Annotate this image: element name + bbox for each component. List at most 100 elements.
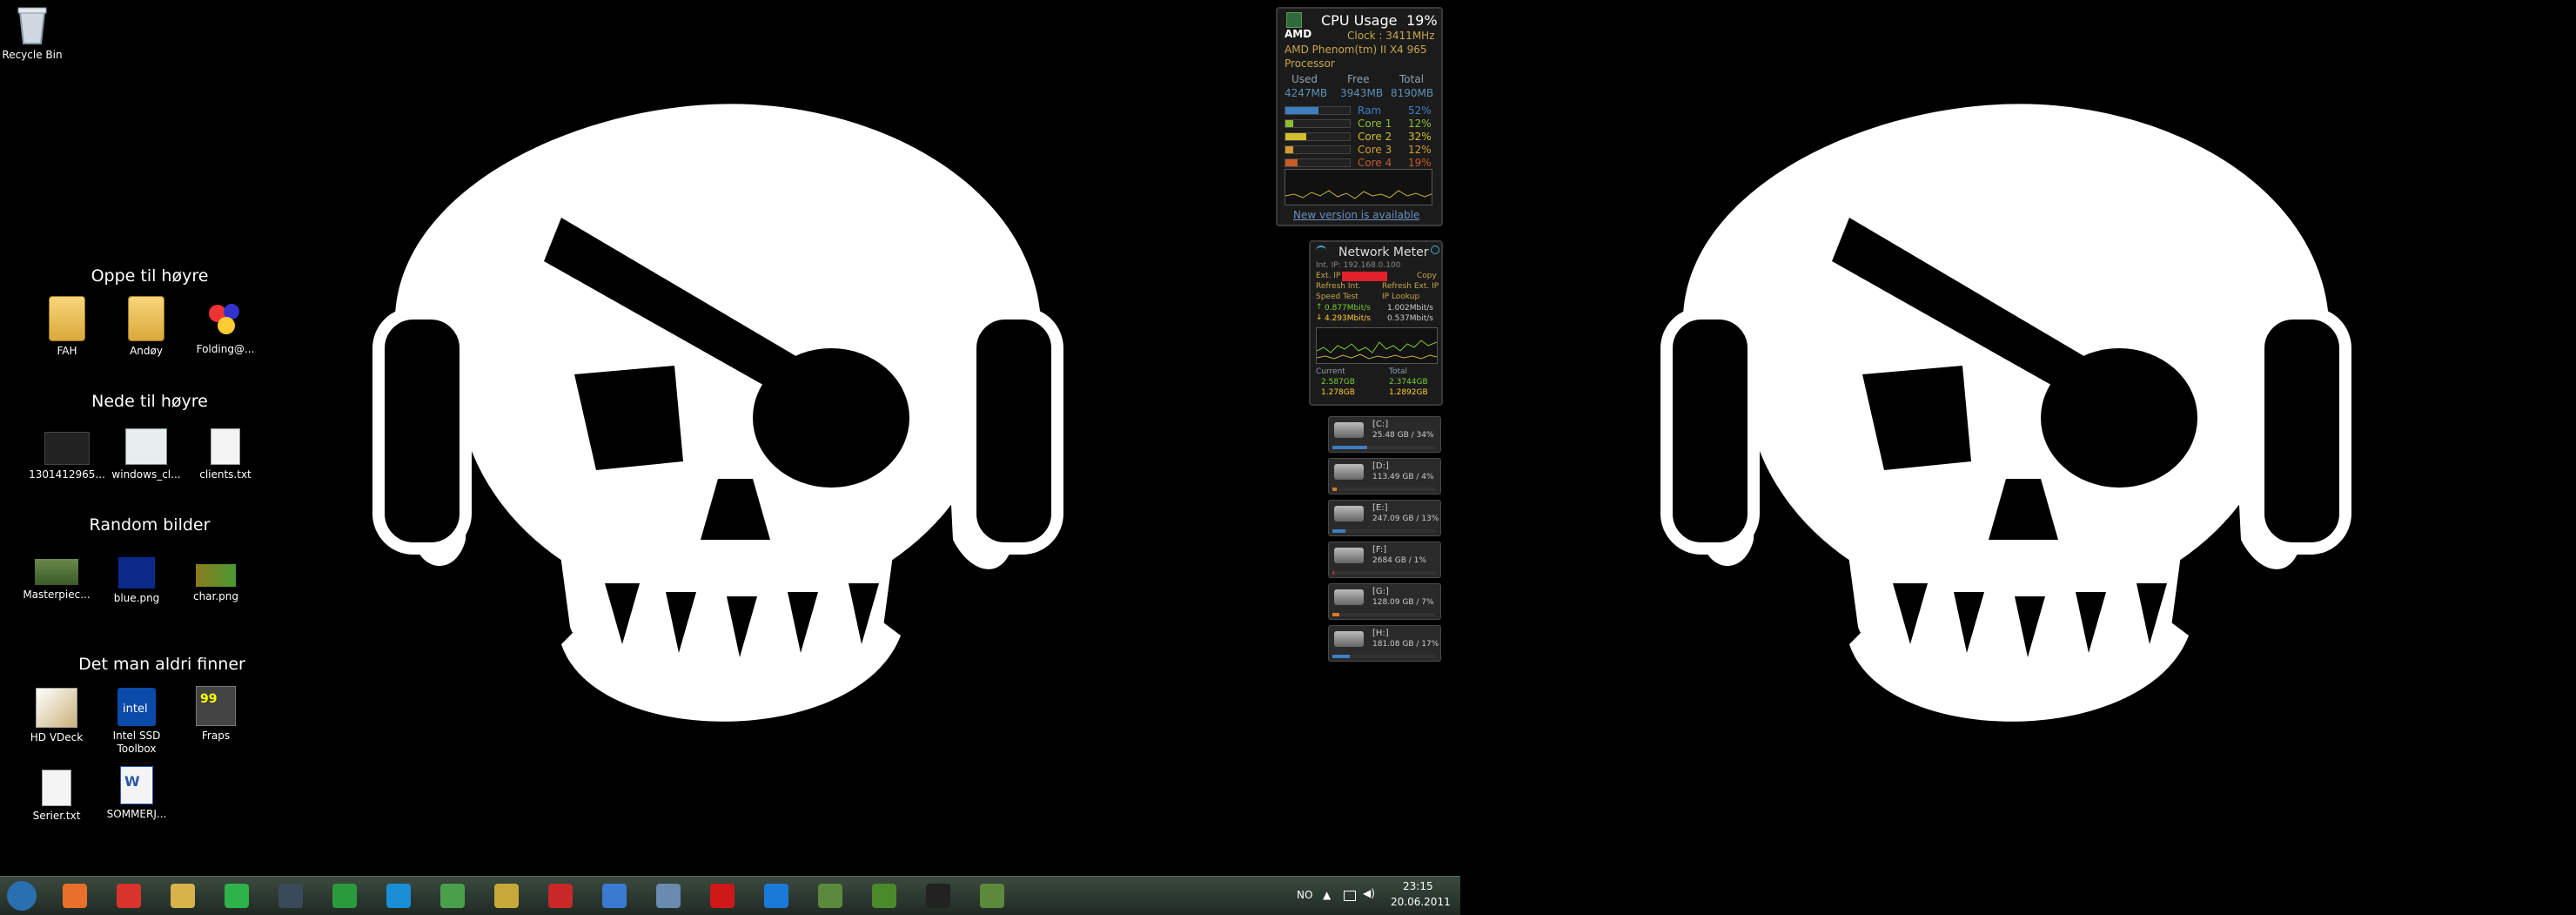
drive-gadget[interactable]: [E:] 247.09 GB / 13%	[1328, 500, 1441, 536]
folder-icon	[128, 296, 164, 341]
device-icon	[656, 884, 681, 908]
taskbar-device-button[interactable]	[646, 880, 691, 912]
skull-shape	[372, 104, 1063, 722]
copy-button[interactable]: Copy	[1417, 272, 1437, 280]
hard-drive-icon	[1334, 548, 1364, 563]
refresh-int-button[interactable]: Refresh Int.	[1316, 282, 1361, 291]
drive-name: [F:]	[1372, 545, 1387, 555]
svg-text:intel: intel	[123, 703, 148, 716]
cpu-history-graph	[1285, 169, 1432, 205]
new-version-link[interactable]: New version is available	[1293, 209, 1419, 221]
recycle-bin-icon	[15, 3, 50, 45]
cpu-row-bar	[1285, 106, 1351, 115]
desktop-icon-label: char.png	[192, 590, 239, 602]
desktop-icon-folding[interactable]: Folding@...	[178, 299, 273, 356]
folder-icon	[49, 296, 85, 341]
ip-lookup-button[interactable]: IP Lookup	[1382, 293, 1419, 301]
taskbar-explorer-button[interactable]	[160, 880, 205, 912]
cpu-processor-sub: Processor	[1285, 57, 1335, 70]
tray-expand-icon[interactable]: ▲	[1323, 889, 1331, 901]
taskbar-steam-button[interactable]	[268, 880, 313, 912]
cpu-usage-gadget[interactable]: CPU Usage 19% AMD Clock : 3411MHz AMD Ph…	[1276, 7, 1443, 226]
cpu-clock: Clock : 3411MHz	[1347, 30, 1435, 42]
drive-usage-fill	[1332, 488, 1337, 491]
drive-size: 181.08 GB / 17%	[1372, 640, 1439, 649]
taskbar-cmd-button[interactable]	[916, 880, 961, 912]
drive-name: [H:]	[1372, 629, 1389, 638]
language-indicator[interactable]: NO	[1297, 889, 1312, 901]
taskbar-minecraft3-button[interactable]	[969, 880, 1015, 912]
network-meter-gadget[interactable]: Network Meter Int. IP: 192.168.0.100 Ext…	[1309, 240, 1443, 406]
network-tray-icon[interactable]	[1344, 891, 1356, 901]
cpu-row-fill	[1285, 107, 1319, 114]
drive-usage-bar	[1332, 446, 1435, 449]
taskbar-teamviewer-button[interactable]	[754, 880, 799, 912]
group-label-nede: Nede til høyre	[91, 392, 208, 411]
cpu-row-percent: 19%	[1408, 157, 1432, 169]
speed-test-button[interactable]: Speed Test	[1316, 293, 1358, 301]
explorer-icon	[171, 884, 195, 908]
taskbar-spotify-button[interactable]	[214, 880, 259, 912]
taskbar-ati-button[interactable]	[700, 880, 745, 912]
cpu-row-fill	[1285, 146, 1293, 153]
drive-gadget[interactable]: [F:] 2684 GB / 1%	[1328, 542, 1441, 578]
clock-time[interactable]: 23:15	[1403, 880, 1433, 892]
taskbar-chrome-button[interactable]	[106, 880, 151, 912]
hard-drive-icon	[1334, 631, 1364, 647]
taskbar-messenger-button[interactable]	[430, 880, 475, 912]
drive-gadget[interactable]: [H:] 181.08 GB / 17%	[1328, 625, 1441, 662]
taskbar-minecraft2-button[interactable]	[862, 880, 907, 912]
desktop-icon-label: clients.txt	[199, 468, 252, 481]
cpu-brand: AMD	[1285, 28, 1312, 40]
ati-icon	[710, 884, 735, 908]
drive-usage-bar	[1332, 655, 1435, 658]
up-rate-2: 1.002Mbit/s	[1387, 304, 1433, 313]
taskbar-utorrent-button[interactable]	[322, 880, 367, 912]
desktop-icon-fraps[interactable]: 99 Fraps	[168, 686, 264, 743]
cpu-row-percent: 12%	[1408, 118, 1432, 130]
drive-gadget[interactable]: [G:] 128.09 GB / 7%	[1328, 583, 1441, 620]
flashget-icon	[548, 884, 573, 908]
cpu-chip-icon	[1286, 12, 1302, 28]
hard-drive-icon	[1334, 506, 1364, 521]
recycle-bin-label: Recycle Bin	[2, 49, 63, 61]
recycle-bin[interactable]: Recycle Bin	[0, 3, 80, 62]
taskbar-flashget-button[interactable]	[538, 880, 583, 912]
taskbar-skype-button[interactable]	[376, 880, 421, 912]
refresh-ext-button[interactable]: Refresh Ext. IP	[1382, 282, 1439, 291]
drive-usage-bar	[1332, 488, 1435, 491]
cpu-row-bar	[1285, 132, 1351, 141]
taskbar-firefox-button[interactable]	[52, 880, 97, 912]
text-file-icon	[42, 770, 71, 806]
cpu-row-bar	[1285, 145, 1351, 154]
drive-size: 2684 GB / 1%	[1372, 556, 1426, 565]
cur-up: 2.587GB	[1321, 378, 1355, 387]
taskbar-notepad-button[interactable]	[484, 880, 529, 912]
taskbar-start-orb-button[interactable]	[0, 880, 45, 912]
video-file-icon	[44, 432, 90, 465]
drive-gadget[interactable]: [D:] 113.49 GB / 4%	[1328, 458, 1441, 495]
word-file-icon: W	[120, 766, 153, 804]
skull-wallpaper-left	[372, 104, 1063, 722]
cpu-row-percent: 32%	[1408, 131, 1432, 143]
drive-gadget[interactable]: [C:] 25.48 GB / 34%	[1328, 416, 1441, 453]
drive-usage-fill	[1332, 655, 1351, 658]
group-label-aldri: Det man aldri finner	[78, 655, 245, 674]
mem-total: 8190MB	[1391, 87, 1434, 99]
desktop-icon-char[interactable]: char.png	[168, 564, 264, 603]
hard-drive-icon	[1334, 589, 1364, 605]
taskbar-folding-button[interactable]	[592, 880, 637, 912]
steam-icon	[278, 884, 303, 908]
taskbar-minecraft-button[interactable]	[808, 880, 853, 912]
clock-date[interactable]: 20.06.2011	[1391, 896, 1451, 908]
settings-icon[interactable]	[1431, 246, 1439, 254]
group-label-oppe: Oppe til høyre	[91, 266, 209, 286]
mem-header-total: Total	[1399, 73, 1425, 85]
image-file-icon	[35, 559, 78, 585]
cpu-row-bar	[1285, 158, 1351, 167]
cpu-row-label: Core 3	[1358, 144, 1392, 156]
cur-down: 1.278GB	[1321, 388, 1355, 397]
desktop-icon-clients[interactable]: clients.txt	[178, 428, 273, 481]
volume-tray-icon[interactable]: ◀)	[1363, 887, 1375, 899]
desktop-icon-sommerj[interactable]: W SOMMERJ...	[89, 766, 184, 821]
